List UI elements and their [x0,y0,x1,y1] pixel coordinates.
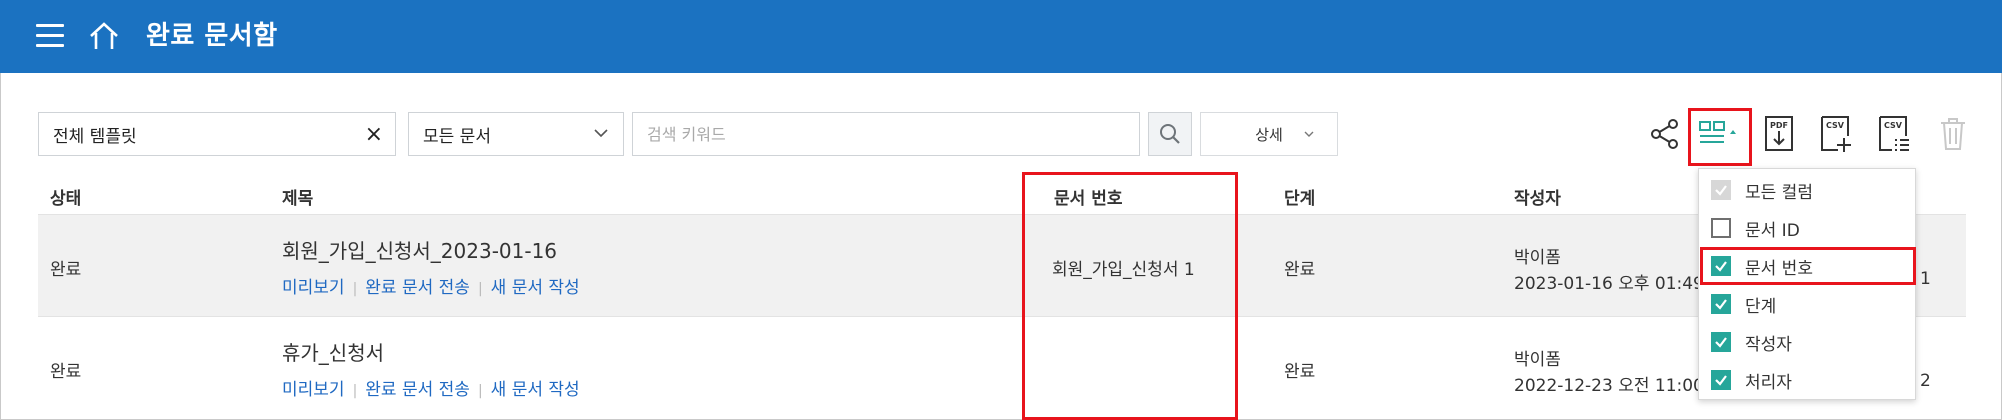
column-option-label: 단계 [1745,296,1777,317]
row-actions: 미리보기 | 완료 문서 전송 | 새 문서 작성 [282,273,580,298]
column-option-doc-id[interactable]: 문서 ID [1699,209,1915,247]
column-option-label: 처리자 [1745,372,1792,393]
send-completed-link[interactable]: 완료 문서 전송 [365,380,470,400]
stage-cell: 완료 [1284,362,1316,382]
document-title[interactable]: 회원_가입_신청서_2023-01-16 [282,235,557,264]
column-option-label: 작성자 [1745,334,1792,355]
column-header-status[interactable]: 상태 [50,184,81,209]
table-header: 상태 제목 문서 번호 단계 작성자 [38,180,1966,212]
menu-icon[interactable] [36,24,64,48]
column-option-label: 문서 ID [1745,220,1800,241]
document-filter-value: 모든 문서 [423,126,491,147]
column-header-author[interactable]: 작성자 [1514,184,1561,209]
csv-add-icon[interactable]: CSV [1818,114,1852,154]
chevron-down-icon [1304,131,1314,137]
detail-button[interactable]: 상세 [1200,112,1338,156]
csv-list-icon[interactable]: CSV [1876,114,1910,154]
columns-button-highlight [1688,108,1752,166]
processor-cell-partial: 1 [1920,269,1931,289]
csv-label: CSV [1826,121,1845,130]
checkbox[interactable] [1711,294,1731,314]
chevron-down-icon [594,129,608,138]
table-row[interactable]: 완료 회원_가입_신청서_2023-01-16 미리보기 | 완료 문서 전송 | 새 … [38,214,1966,316]
search-field[interactable] [632,112,1140,156]
column-option-label: 모든 컬럼 [1745,182,1813,203]
column-option-doc-number[interactable]: 문서 번호 [1699,247,1915,285]
checkbox[interactable] [1711,332,1731,352]
link-separator: | [477,383,483,399]
author-name: 박이폼 [1514,350,1561,370]
app-header: 완료 문서함 [0,0,2002,73]
pdf-label: PDF [1770,121,1788,130]
author-date: 2022-12-23 오전 11:00 [1514,376,1704,396]
detail-button-label: 상세 [1255,125,1283,144]
table-row[interactable]: 완료 휴가_신청서 미리보기 | 완료 문서 전송 | 새 문서 작성 완료 박이폼 2… [38,316,1966,418]
clear-icon[interactable]: × [365,122,383,147]
column-header-subject[interactable]: 제목 [282,184,313,209]
template-select[interactable]: 전체 템플릿 × [38,112,396,156]
column-option-label: 문서 번호 [1745,258,1813,279]
processor-cell-partial: 2 [1920,371,1931,391]
preview-link[interactable]: 미리보기 [282,380,345,400]
column-menu: 모든 컬럼 문서 ID 문서 번호 단계 작성자 처리자 [1698,168,1916,400]
docnum-column-highlight [1022,172,1238,420]
preview-link[interactable]: 미리보기 [282,278,345,298]
search-icon [1160,124,1180,144]
home-icon[interactable] [88,20,120,52]
column-option-stage[interactable]: 단계 [1699,285,1915,323]
document-title[interactable]: 휴가_신청서 [282,337,384,366]
check-icon [1715,185,1727,196]
checkbox[interactable] [1711,256,1731,276]
column-option-processor[interactable]: 처리자 [1699,361,1915,399]
column-option-all[interactable]: 모든 컬럼 [1699,171,1915,209]
link-separator: | [477,281,483,297]
document-filter-select[interactable]: 모든 문서 [408,112,624,156]
author-name: 박이폼 [1514,248,1561,268]
new-document-link[interactable]: 새 문서 작성 [491,380,580,400]
share-icon[interactable] [1648,114,1682,154]
checkbox[interactable] [1711,180,1731,200]
csv-label: CSV [1884,121,1903,130]
stage-cell: 완료 [1284,260,1316,280]
check-icon [1715,299,1727,310]
column-option-author[interactable]: 작성자 [1699,323,1915,361]
check-icon [1715,261,1727,272]
search-input[interactable] [647,113,1139,155]
check-icon [1715,375,1727,386]
link-separator: | [352,281,358,297]
status-cell: 완료 [50,260,82,280]
new-document-link[interactable]: 새 문서 작성 [491,278,580,298]
search-button[interactable] [1148,112,1192,156]
trash-icon[interactable] [1936,114,1970,154]
send-completed-link[interactable]: 완료 문서 전송 [365,278,470,298]
pdf-download-icon[interactable]: PDF [1762,114,1796,154]
link-separator: | [352,383,358,399]
checkbox[interactable] [1711,370,1731,390]
checkbox[interactable] [1711,218,1731,238]
page-title: 완료 문서함 [146,21,278,51]
status-cell: 완료 [50,362,82,382]
author-date: 2023-01-16 오후 01:49 [1514,274,1704,294]
column-header-stage[interactable]: 단계 [1284,184,1315,209]
template-select-value: 전체 템플릿 [53,126,137,147]
row-actions: 미리보기 | 완료 문서 전송 | 새 문서 작성 [282,375,580,400]
check-icon [1715,337,1727,348]
